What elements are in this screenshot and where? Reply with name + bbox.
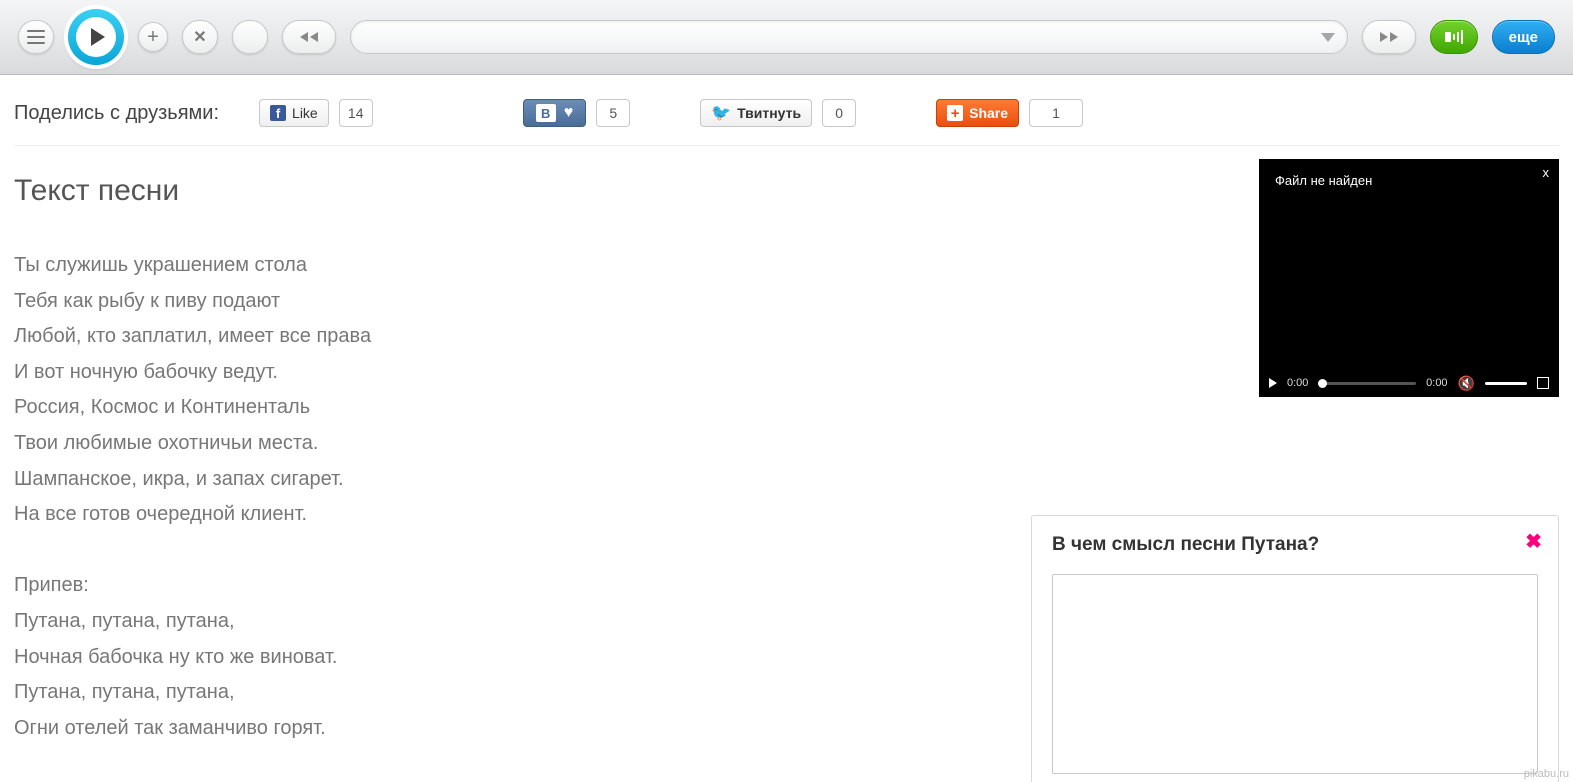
- shuffle-icon: ✕: [193, 27, 206, 47]
- video-error-message: Файл не найден: [1275, 173, 1372, 188]
- question-panel: В чем смысл песни Путана? ✖ Добавить: [1031, 515, 1559, 782]
- chevron-down-icon: [1321, 33, 1335, 42]
- question-textarea[interactable]: [1052, 574, 1538, 774]
- add-button[interactable]: +: [138, 22, 168, 52]
- forward-button[interactable]: [1362, 20, 1416, 54]
- fast-forward-icon: [1380, 32, 1398, 42]
- twitter-label: Твитнуть: [737, 105, 801, 121]
- more-button[interactable]: еще: [1492, 20, 1555, 54]
- facebook-like-label: Like: [292, 105, 318, 121]
- facebook-like-count: 14: [339, 99, 373, 127]
- video-play-button[interactable]: [1269, 378, 1277, 388]
- addthis-share-button[interactable]: + Share: [936, 99, 1019, 127]
- volume-button[interactable]: [1430, 20, 1478, 54]
- video-progress-bar[interactable]: [1318, 382, 1416, 385]
- play-button[interactable]: [68, 9, 124, 65]
- video-mute-button[interactable]: 🔇: [1458, 375, 1475, 392]
- question-title: В чем смысл песни Путана?: [1052, 534, 1538, 556]
- hamburger-icon: [27, 30, 45, 44]
- addthis-icon: +: [947, 105, 963, 121]
- twitter-count: 0: [822, 99, 856, 127]
- video-volume-slider[interactable]: [1485, 382, 1527, 385]
- shuffle-button[interactable]: ✕: [182, 20, 218, 54]
- share-label: Поделись с друзьями:: [14, 102, 219, 125]
- rewind-button[interactable]: [282, 20, 336, 54]
- vk-like-button[interactable]: B ♥: [523, 99, 587, 127]
- question-close-button[interactable]: ✖: [1525, 532, 1542, 552]
- plus-icon: +: [147, 26, 159, 49]
- twitter-tweet-button[interactable]: 🐦 Твитнуть: [700, 99, 812, 127]
- video-controls: 0:00 0:00 🔇: [1259, 369, 1559, 397]
- share-row: Поделись с друзьями: f Like 14 B ♥ 5 🐦 Т…: [14, 75, 1559, 146]
- lyrics-line: Шампанское, икра, и запах сигарет.: [14, 462, 1559, 498]
- volume-icon: [1445, 30, 1463, 44]
- addthis-label: Share: [969, 105, 1008, 121]
- more-label: еще: [1509, 29, 1538, 46]
- twitter-icon: 🐦: [711, 103, 731, 123]
- facebook-like-button[interactable]: f Like: [259, 99, 329, 127]
- heart-icon: ♥: [564, 104, 574, 122]
- watermark: pikabu.ru: [1524, 768, 1569, 780]
- video-current-time: 0:00: [1287, 377, 1308, 389]
- player-toolbar: + ✕ еще: [0, 0, 1573, 75]
- facebook-icon: f: [270, 105, 286, 121]
- track-info-bar[interactable]: [350, 20, 1348, 54]
- repeat-button[interactable]: [232, 20, 268, 54]
- video-player-panel: Файл не найден x 0:00 0:00 🔇: [1259, 159, 1559, 397]
- addthis-count: 1: [1029, 99, 1083, 127]
- play-icon: [76, 17, 116, 57]
- menu-button[interactable]: [18, 20, 54, 54]
- video-close-button[interactable]: x: [1543, 165, 1550, 180]
- vk-icon: B: [536, 104, 556, 122]
- lyrics-line: Твои любимые охотничьи места.: [14, 426, 1559, 462]
- video-fullscreen-button[interactable]: [1537, 377, 1549, 389]
- rewind-icon: [300, 32, 318, 42]
- vk-like-count: 5: [596, 99, 630, 127]
- video-duration: 0:00: [1426, 377, 1447, 389]
